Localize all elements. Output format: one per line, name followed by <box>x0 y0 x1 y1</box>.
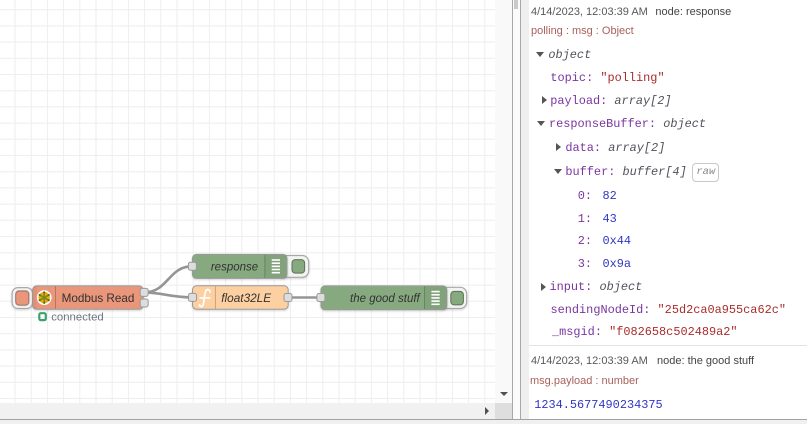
svg-text:float32LE: float32LE <box>221 291 271 305</box>
svg-text:connected: connected <box>51 312 104 324</box>
svg-text:Modbus Read: Modbus Read <box>62 292 135 305</box>
svg-text:the good stuff: the good stuff <box>350 293 421 305</box>
svg-text:response: response <box>211 262 258 274</box>
